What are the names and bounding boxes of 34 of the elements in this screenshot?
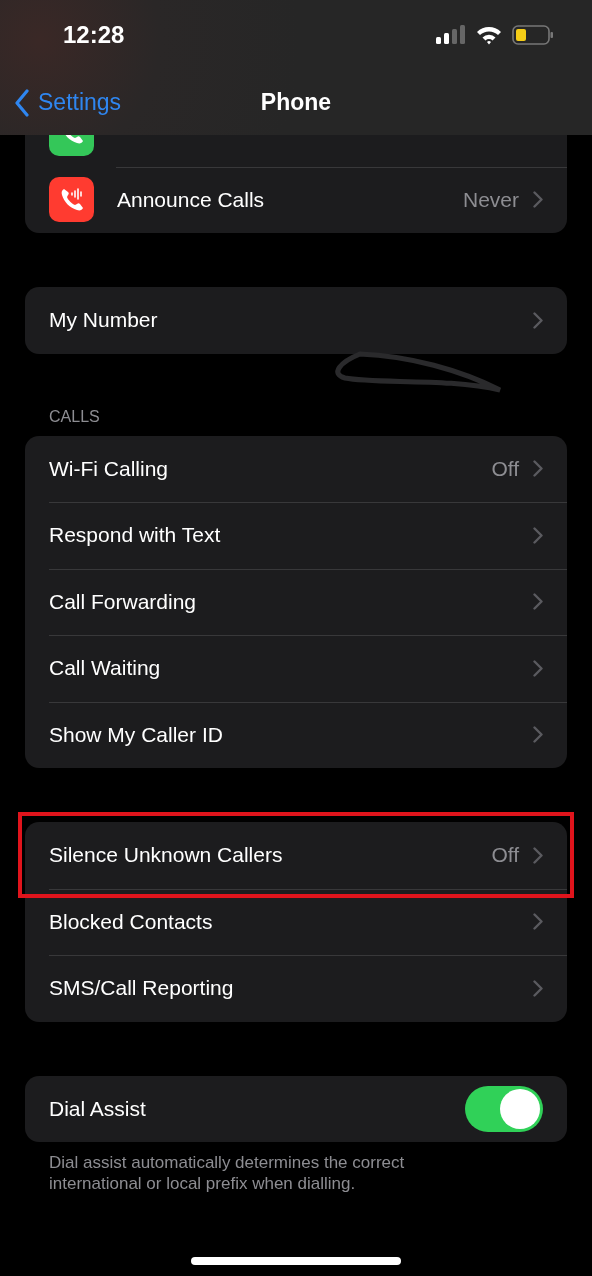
- page-title: Phone: [260, 89, 332, 115]
- back-chevron-icon[interactable]: [14, 88, 30, 117]
- battery-icon: [512, 24, 554, 46]
- row-label[interactable]: Show My Caller ID: [49, 722, 533, 747]
- row-label: Dial Assist: [49, 1096, 147, 1121]
- back-button[interactable]: Settings: [14, 88, 122, 117]
- chevron-icon: [533, 191, 543, 209]
- row-label[interactable]: Silence Unknown Callers: [49, 843, 492, 868]
- chevron-icon: [533, 846, 543, 864]
- row-label[interactable]: Wi-Fi Calling: [49, 456, 492, 481]
- row-label[interactable]: Respond with Text: [49, 523, 533, 548]
- row-label[interactable]: My Number: [49, 308, 533, 333]
- wifi-icon: [476, 25, 502, 45]
- row-label[interactable]: Call Forwarding: [49, 589, 533, 614]
- chevron-icon: [533, 460, 543, 478]
- row-value: Never: [462, 187, 519, 212]
- chevron-icon: [533, 311, 543, 329]
- chevron-icon: [533, 526, 543, 544]
- chevron-icon: [533, 913, 543, 931]
- signal-icon: [436, 25, 466, 45]
- row-value: Off: [491, 843, 519, 868]
- row-label: Announce Calls: [117, 187, 266, 212]
- row-value: Off: [491, 456, 519, 481]
- chevron-icon: [533, 659, 543, 677]
- toggle-switch[interactable]: [465, 1085, 543, 1132]
- chevron-icon: [533, 726, 543, 744]
- row-label[interactable]: Call Waiting: [49, 656, 533, 681]
- row-label[interactable]: Blocked Contacts: [49, 909, 533, 934]
- section-header: CALLS: [49, 407, 101, 426]
- footer-note: Dial assist automatically determines the correct international or local prefix when dialling.: [49, 1152, 406, 1194]
- chevron-icon: [533, 979, 543, 997]
- row-label[interactable]: SMS/Call Reporting: [49, 976, 533, 1001]
- status-time: 12:28: [63, 21, 125, 49]
- chevron-icon: [533, 593, 543, 611]
